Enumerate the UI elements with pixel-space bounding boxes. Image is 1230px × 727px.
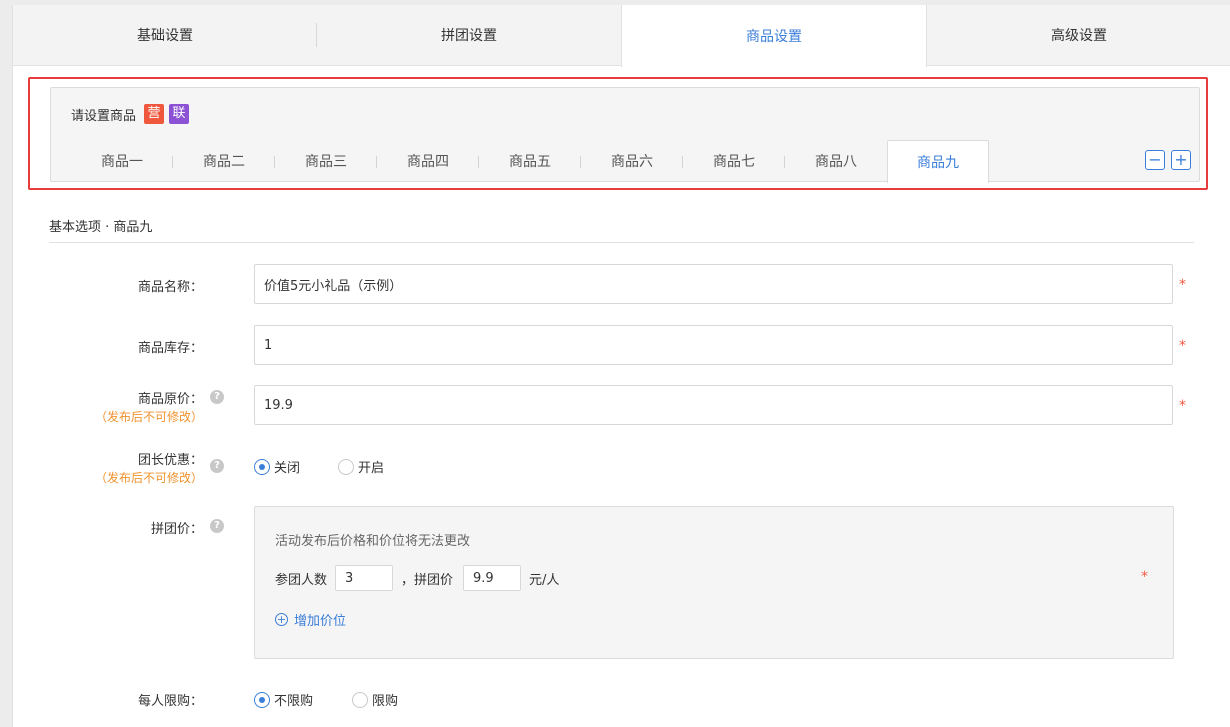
- tab-product-settings[interactable]: 商品设置: [621, 5, 927, 67]
- product-stock-label: 商品库存：: [137, 341, 203, 356]
- group-price-note: 活动发布后价格和价位将无法更改: [275, 534, 471, 549]
- tab-advanced-settings[interactable]: 高级设置: [927, 5, 1230, 65]
- product-count-controls: − +: [1145, 150, 1191, 170]
- product-tab-2[interactable]: 商品二: [173, 140, 275, 182]
- product-tab-9[interactable]: 商品九: [887, 140, 989, 183]
- product-stock-input[interactable]: 1: [254, 325, 1173, 365]
- highlight-frame: 请设置商品 营 联 商品一 商品二 商品三 商品四 商品五 商品六 商品七 商品…: [28, 77, 1208, 190]
- add-price-level-button[interactable]: + 增加价位: [275, 610, 346, 629]
- required-mark: *: [1179, 398, 1186, 414]
- group-price-label: 拼团价：: [150, 522, 203, 537]
- radio-dot: [338, 458, 354, 475]
- leader-discount-note: （发布后不可修改）: [94, 471, 203, 485]
- leader-discount-off-radio[interactable]: 关闭: [254, 457, 300, 476]
- radio-dot: [254, 691, 270, 708]
- page-container: 基础设置 拼团设置 商品设置 高级设置 请设置商品 营 联 商品一 商品二 商品…: [12, 5, 1230, 727]
- help-icon[interactable]: ?: [210, 519, 224, 533]
- leader-discount-on-radio[interactable]: 开启: [338, 457, 384, 476]
- plus-circle-icon: +: [275, 613, 288, 626]
- plus-icon: +: [1174, 150, 1188, 169]
- members-label: 参团人数: [275, 572, 328, 588]
- members-input[interactable]: 3: [335, 565, 394, 591]
- group-price-input[interactable]: 9.9: [463, 565, 522, 591]
- purchase-limit-label: 每人限购：: [137, 694, 203, 709]
- price-unit: 元/人: [529, 572, 560, 588]
- required-mark: *: [1141, 569, 1148, 585]
- product-panel-title: 请设置商品: [71, 108, 137, 124]
- minus-icon: −: [1148, 150, 1162, 169]
- product-tab-6[interactable]: 商品六: [581, 140, 683, 182]
- product-name-label: 商品名称：: [137, 280, 203, 295]
- marketing-badge: 营: [144, 104, 165, 124]
- product-tab-8[interactable]: 商品八: [785, 140, 887, 182]
- help-icon[interactable]: ?: [210, 459, 224, 473]
- tab-group-settings[interactable]: 拼团设置: [317, 5, 621, 65]
- group-price-row: 参团人数 3 ，拼团价 9.9 元/人: [275, 565, 559, 591]
- group-price-text: ，拼团价: [401, 572, 454, 588]
- radio-dot: [254, 458, 270, 475]
- original-price-label: 商品原价：: [137, 392, 203, 407]
- remove-product-button[interactable]: −: [1145, 150, 1165, 170]
- radio-label: 不限购: [274, 694, 314, 709]
- product-tab-7[interactable]: 商品七: [683, 140, 785, 182]
- limit-radio[interactable]: 限购: [352, 690, 398, 709]
- radio-dot: [352, 691, 368, 708]
- product-tab-1[interactable]: 商品一: [71, 140, 173, 182]
- add-price-level-label: 增加价位: [294, 614, 347, 629]
- product-tab-5[interactable]: 商品五: [479, 140, 581, 182]
- section-title: 基本选项 · 商品九: [49, 220, 153, 235]
- section-divider: [49, 242, 1194, 243]
- radio-label: 关闭: [274, 461, 301, 476]
- original-price-note: （发布后不可修改）: [94, 410, 203, 424]
- group-price-box: 活动发布后价格和价位将无法更改 参团人数 3 ，拼团价 9.9 元/人 * + …: [254, 506, 1174, 659]
- product-panel: 请设置商品 营 联 商品一 商品二 商品三 商品四 商品五 商品六 商品七 商品…: [50, 87, 1200, 183]
- no-limit-radio[interactable]: 不限购: [254, 690, 313, 709]
- product-tab-4[interactable]: 商品四: [377, 140, 479, 182]
- required-mark: *: [1179, 277, 1186, 293]
- product-tabs: 商品一 商品二 商品三 商品四 商品五 商品六 商品七 商品八 商品九: [71, 140, 989, 183]
- required-mark: *: [1179, 338, 1186, 354]
- radio-label: 限购: [372, 694, 399, 709]
- add-product-button[interactable]: +: [1171, 150, 1191, 170]
- help-icon[interactable]: ?: [210, 390, 224, 404]
- product-panel-header: 请设置商品 营 联: [71, 104, 194, 124]
- radio-label: 开启: [358, 461, 385, 476]
- product-tab-3[interactable]: 商品三: [275, 140, 377, 182]
- leader-discount-label: 团长优惠：: [137, 453, 203, 468]
- linked-badge: 联: [169, 104, 190, 124]
- settings-tabs: 基础设置 拼团设置 商品设置 高级设置: [13, 5, 1230, 67]
- product-name-input[interactable]: 价值5元小礼品（示例）: [254, 264, 1173, 304]
- tab-basic-settings[interactable]: 基础设置: [13, 5, 317, 65]
- original-price-input[interactable]: 19.9: [254, 385, 1173, 425]
